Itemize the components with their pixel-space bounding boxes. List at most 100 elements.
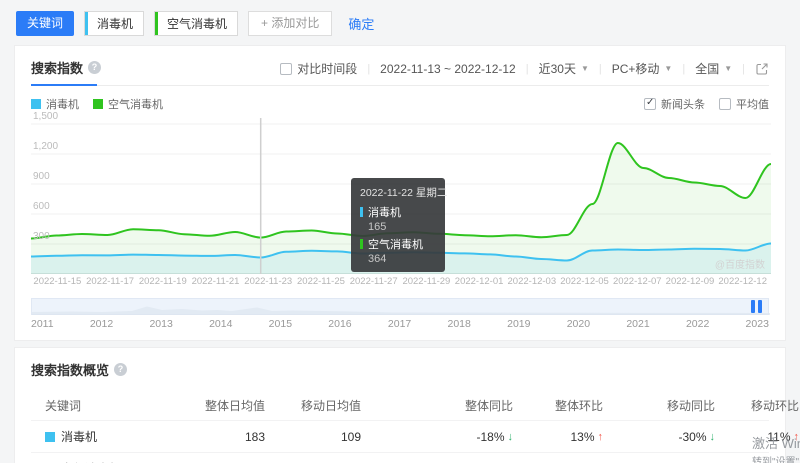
y-axis-tick: 1,500 — [33, 111, 58, 122]
time-range-select[interactable]: 近30天 ▼ — [539, 60, 589, 77]
region-select[interactable]: 全国 ▼ — [695, 60, 732, 77]
y-axis-tick: 300 — [33, 231, 50, 242]
tooltip-date: 2022-11-22 星期二 — [360, 185, 436, 200]
overview-title: 搜索指数概览 — [31, 360, 109, 379]
overall-avg-cell: 183 — [199, 430, 265, 444]
timeline-minichart — [32, 300, 770, 315]
tab-search-index[interactable]: 搜索指数 ? — [31, 58, 101, 77]
year-label: 2022 — [686, 318, 709, 332]
keyword-button[interactable]: 关键词 — [16, 11, 74, 36]
time-range-value: 近30天 — [539, 60, 576, 77]
col-mobile-daily-avg: 移动日均值 — [265, 397, 361, 414]
confirm-link[interactable]: 确定 — [348, 14, 374, 33]
slider-handle-left[interactable] — [751, 300, 755, 313]
tooltip-series-2: 空气消毒机 — [360, 236, 436, 252]
col-overall-yoy: 整体同比 — [361, 397, 513, 414]
legend-item-2[interactable]: 空气消毒机 — [93, 96, 163, 112]
checkbox-icon[interactable] — [719, 98, 731, 110]
legend-swatch — [93, 99, 103, 109]
keyword-input-1[interactable]: 消毒机 — [84, 11, 144, 36]
col-overall-daily-avg: 整体日均值 — [199, 397, 265, 414]
export-icon[interactable] — [755, 62, 769, 76]
legend-row: 消毒机 空气消毒机 新闻头条 平均值 — [31, 96, 769, 112]
divider: | — [526, 63, 529, 75]
series-color-bar — [360, 239, 363, 249]
mobile-avg-cell: 109 — [265, 430, 361, 444]
date-range-value: 2022-11-13 ~ 2022-12-12 — [380, 62, 516, 76]
trend-cell: -30%↓ — [678, 430, 715, 444]
year-label: 2013 — [149, 318, 172, 332]
tooltip-series-name: 消毒机 — [368, 204, 401, 220]
table-row[interactable]: 空气消毒机 516 375 24%↑ 16%↑ 25%↑ 9%↑ — [31, 452, 769, 463]
legend-item-1[interactable]: 消毒机 — [31, 96, 79, 112]
timeline-year-labels: 2011201220132014201520162017201820192020… — [31, 318, 769, 332]
watermark-line-1: 激活 Win — [752, 433, 800, 452]
average-label: 平均值 — [736, 96, 769, 112]
help-icon[interactable]: ? — [114, 363, 127, 376]
y-axis-tick: 1,200 — [33, 141, 58, 152]
active-tab-indicator — [31, 84, 97, 86]
keyword-color-accent — [85, 12, 88, 35]
year-label: 2016 — [328, 318, 351, 332]
table-header-row: 关键词 整体日均值 移动日均值 整体同比 整体环比 移动同比 移动环比 — [31, 391, 769, 420]
panel-header: 搜索指数 ? 对比时间段 | 2022-11-13 ~ 2022-12-12 |… — [31, 58, 769, 86]
timeline-slider[interactable] — [31, 298, 769, 315]
windows-activation-watermark: 激活 Win 转到"设置"以 — [752, 433, 800, 463]
compare-period-label: 对比时间段 — [297, 60, 357, 77]
slider-handle-right[interactable] — [758, 300, 762, 313]
year-label: 2023 — [746, 318, 769, 332]
tooltip-series-1-value: 165 — [368, 221, 436, 233]
help-icon[interactable]: ? — [88, 61, 101, 74]
compare-period-checkbox[interactable]: 对比时间段 — [280, 60, 357, 77]
series-color-bar — [360, 207, 363, 217]
chevron-down-icon: ▼ — [581, 64, 589, 73]
y-axis-tick: 600 — [33, 201, 50, 212]
index-overview-panel: 搜索指数概览 ? 关键词 整体日均值 移动日均值 整体同比 整体环比 移动同比 … — [14, 347, 786, 463]
divider: | — [367, 63, 370, 75]
legend-label: 空气消毒机 — [108, 96, 163, 112]
trend-chart-area[interactable]: 3006009001,2001,500 @百度指数 2022-11-22 星期二… — [31, 116, 769, 274]
legend-label: 消毒机 — [46, 96, 79, 112]
year-label: 2012 — [90, 318, 113, 332]
col-mobile-mom: 移动环比 — [715, 397, 799, 414]
divider: | — [742, 63, 745, 75]
table-row[interactable]: 消毒机 183 109 -18%↓ 13%↑ -30%↓ 11%↑ — [31, 420, 769, 452]
legend-swatch — [31, 99, 41, 109]
trend-cell: 13%↑ — [570, 430, 603, 444]
baidu-index-watermark: @百度指数 — [715, 256, 765, 271]
checkbox-checked-icon[interactable] — [644, 98, 656, 110]
chart-controls: 对比时间段 | 2022-11-13 ~ 2022-12-12 | 近30天 ▼… — [280, 60, 769, 77]
divider: | — [599, 63, 602, 75]
col-mobile-yoy: 移动同比 — [603, 397, 715, 414]
news-headlines-checkbox[interactable]: 新闻头条 — [644, 96, 705, 112]
average-checkbox[interactable]: 平均值 — [719, 96, 769, 112]
chevron-down-icon: ▼ — [724, 64, 732, 73]
checkbox-icon[interactable] — [280, 63, 292, 75]
device-select[interactable]: PC+移动 ▼ — [612, 60, 673, 77]
tooltip-series-2-value: 364 — [368, 253, 436, 265]
add-compare-button[interactable]: + 添加对比 — [248, 11, 332, 36]
year-label: 2011 — [31, 318, 54, 332]
search-index-panel: 搜索指数 ? 对比时间段 | 2022-11-13 ~ 2022-12-12 |… — [14, 45, 786, 341]
keyword-input-1-value: 消毒机 — [97, 15, 133, 32]
keyword-toolbar: 关键词 消毒机 空气消毒机 + 添加对比 确定 — [0, 0, 800, 45]
keyword-cell: 消毒机 — [61, 428, 97, 445]
keyword-input-2[interactable]: 空气消毒机 — [154, 11, 238, 36]
chevron-down-icon: ▼ — [664, 64, 672, 73]
year-label: 2017 — [388, 318, 411, 332]
trend-cell: -18%↓ — [476, 430, 513, 444]
watermark-line-2: 转到"设置"以 — [752, 453, 800, 463]
date-range-picker[interactable]: 2022-11-13 ~ 2022-12-12 — [380, 62, 516, 76]
chart-tooltip: 2022-11-22 星期二 消毒机 165 空气消毒机 364 — [351, 178, 445, 272]
device-value: PC+移动 — [612, 60, 660, 77]
year-label: 2014 — [209, 318, 232, 332]
tab-label: 搜索指数 — [31, 58, 83, 77]
col-overall-mom: 整体环比 — [513, 397, 603, 414]
year-label: 2021 — [626, 318, 649, 332]
overview-title-row: 搜索指数概览 ? — [31, 360, 769, 379]
year-label: 2020 — [567, 318, 590, 332]
year-label: 2015 — [269, 318, 292, 332]
slider-handles — [751, 300, 762, 313]
col-keyword: 关键词 — [31, 397, 199, 414]
news-headlines-label: 新闻头条 — [661, 96, 705, 112]
